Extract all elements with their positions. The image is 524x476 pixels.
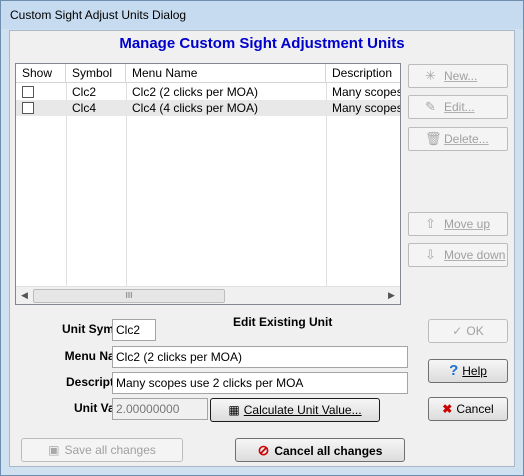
dialog-window: Custom Sight Adjust Units Dialog Manage … (0, 0, 524, 476)
show-checkbox[interactable] (22, 102, 34, 114)
page-title: Manage Custom Sight Adjustment Units (119, 35, 405, 52)
move-down-button[interactable]: ⇩ Move down (408, 243, 508, 267)
scroll-right-icon[interactable]: ▶ (383, 287, 400, 304)
units-table[interactable]: Show Symbol Menu Name Description Clc2 C… (15, 63, 401, 305)
menu-name-field[interactable]: Clc2 (2 clicks per MOA) (112, 346, 408, 368)
unit-symbol-field[interactable]: Clc2 (112, 319, 156, 341)
row-description: Many scopes use 2 clicks per MOA (332, 85, 400, 99)
checkmark-icon: ✓ (452, 324, 463, 338)
trash-icon: 🗑 (425, 131, 442, 146)
calculate-unit-value-button[interactable]: ▦ Calculate Unit Value... (210, 398, 380, 422)
scrollbar-thumb[interactable]: III (33, 289, 225, 303)
new-button-label: New... (444, 69, 478, 83)
title-bar[interactable]: Custom Sight Adjust Units Dialog (1, 1, 523, 29)
column-header-symbol[interactable]: Symbol (66, 64, 126, 83)
column-header-description[interactable]: Description (326, 64, 400, 83)
calculate-button-label: Calculate Unit Value... (243, 403, 362, 417)
description-field[interactable]: Many scopes use 2 clicks per MOA (112, 372, 408, 394)
question-icon: ? (449, 362, 459, 379)
ok-button-label: OK (466, 324, 484, 338)
calculator-icon: ▦ (228, 403, 240, 417)
horizontal-scrollbar[interactable]: ◀ III ▶ (16, 286, 400, 304)
save-icon: ▣ (48, 443, 60, 457)
move-up-button[interactable]: ⇧ Move up (408, 212, 508, 236)
cancel-button-label: Cancel (456, 402, 494, 416)
edit-icon: ✎ (425, 99, 436, 114)
help-button[interactable]: ? Help (428, 359, 508, 383)
scroll-left-icon[interactable]: ◀ (16, 287, 33, 304)
close-icon: ✖ (442, 402, 453, 416)
row-menu-name: Clc2 (2 clicks per MOA) (132, 85, 259, 99)
unit-value-field[interactable]: 2.00000000 (112, 398, 208, 420)
row-symbol: Clc2 (72, 85, 97, 99)
edit-button-label: Edit... (444, 100, 475, 114)
edit-section-title: Edit Existing Unit (233, 315, 333, 329)
save-all-changes-button[interactable]: ▣ Save all changes (21, 438, 183, 462)
save-all-label: Save all changes (64, 443, 156, 457)
window-title: Custom Sight Adjust Units Dialog (10, 8, 187, 22)
delete-button-label: Delete... (444, 132, 489, 146)
cancel-all-label: Cancel all changes (274, 444, 383, 458)
help-button-label: Help (462, 364, 487, 378)
no-entry-icon: ⊘ (257, 442, 270, 458)
ok-button[interactable]: ✓ OK (428, 319, 508, 343)
new-button[interactable]: ✳ New... (408, 64, 508, 88)
show-checkbox[interactable] (22, 86, 34, 98)
delete-button[interactable]: 🗑 Delete... (408, 127, 508, 151)
arrow-up-icon: ⇧ (425, 216, 436, 231)
table-row[interactable]: Clc4 Clc4 (4 clicks per MOA) Many scopes… (16, 100, 400, 116)
cancel-button[interactable]: ✖ Cancel (428, 397, 508, 421)
column-header-menu-name[interactable]: Menu Name (126, 64, 326, 83)
column-header-show[interactable]: Show (16, 64, 66, 83)
table-row[interactable]: Clc2 Clc2 (2 clicks per MOA) Many scopes… (16, 84, 400, 100)
sparkle-icon: ✳ (425, 68, 436, 83)
move-up-button-label: Move up (444, 217, 491, 231)
dialog-client: Manage Custom Sight Adjustment Units Sho… (9, 30, 515, 467)
row-menu-name: Clc4 (4 clicks per MOA) (132, 101, 259, 115)
row-description: Many scopes use 4 clicks per MOA (332, 101, 400, 115)
row-symbol: Clc4 (72, 101, 97, 115)
move-down-button-label: Move down (444, 248, 506, 262)
arrow-down-icon: ⇩ (425, 247, 436, 262)
cancel-all-changes-button[interactable]: ⊘ Cancel all changes (235, 438, 405, 462)
edit-button[interactable]: ✎ Edit... (408, 95, 508, 119)
